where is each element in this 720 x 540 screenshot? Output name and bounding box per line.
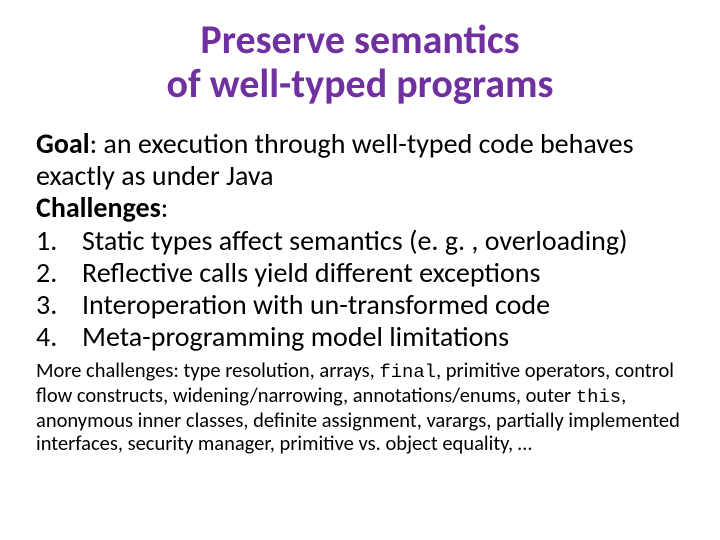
list-text: Interoperation with un-transformed code — [82, 289, 550, 321]
list-item: 3. Interoperation with un-transformed co… — [36, 289, 684, 321]
challenges-line: Challenges: — [36, 192, 684, 224]
challenges-label: Challenges — [36, 190, 161, 225]
code-final: final — [379, 361, 436, 383]
list-number: 1. — [36, 225, 82, 257]
code-this: this — [576, 386, 621, 408]
title-line-2: of well-typed programs — [167, 59, 554, 108]
list-text: Reflective calls yield different excepti… — [82, 257, 540, 289]
goal-text: : an execution through well-typed code b… — [36, 126, 634, 193]
slide-title: Preserve semantics of well-typed program… — [36, 18, 684, 106]
list-text: Static types affect semantics (e. g. , o… — [82, 225, 628, 257]
list-text: Meta-programming model limitations — [82, 321, 509, 353]
list-item: 4. Meta-programming model limitations — [36, 321, 684, 353]
slide-body: Goal: an execution through well-typed co… — [36, 128, 684, 353]
list-item: 2. Reflective calls yield different exce… — [36, 257, 684, 289]
goal-label: Goal — [36, 126, 90, 161]
list-number: 4. — [36, 321, 82, 353]
list-number: 2. — [36, 257, 82, 289]
more-challenges: More challenges: type resolution, arrays… — [36, 359, 684, 456]
list-item: 1. Static types affect semantics (e. g. … — [36, 225, 684, 257]
title-line-1: Preserve semantics — [200, 15, 519, 64]
challenges-colon: : — [161, 190, 169, 225]
more-text-a: More challenges: type resolution, arrays… — [36, 357, 379, 383]
list-number: 3. — [36, 289, 82, 321]
goal-line: Goal: an execution through well-typed co… — [36, 128, 684, 192]
